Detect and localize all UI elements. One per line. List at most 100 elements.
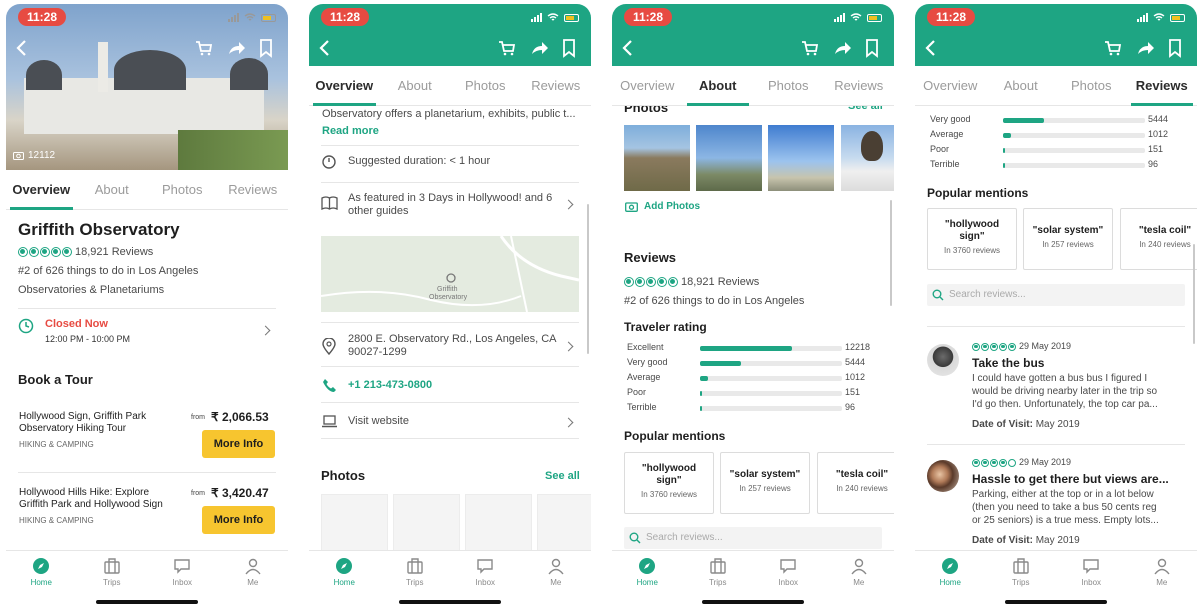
- tab-overview[interactable]: Overview: [6, 170, 77, 210]
- nav-inbox[interactable]: Inbox: [450, 551, 521, 604]
- wifi-icon: [244, 13, 256, 21]
- popular-mentions-heading: Popular mentions: [624, 429, 726, 443]
- nav-me[interactable]: Me: [1127, 551, 1198, 604]
- bookmark-icon[interactable]: [559, 38, 579, 58]
- mention-chip[interactable]: "hollywood sign" In 3760 reviews: [624, 452, 714, 514]
- rating-row[interactable]: 18,921 Reviews: [18, 246, 153, 258]
- rating-bar-track: [700, 376, 842, 381]
- laptop-icon: [322, 415, 337, 428]
- photos-heading: Photos: [321, 468, 366, 483]
- compass-icon: [33, 558, 50, 574]
- back-arrow-icon[interactable]: [921, 38, 941, 58]
- cart-icon[interactable]: [800, 38, 820, 58]
- more-info-button[interactable]: More Info: [202, 430, 275, 458]
- photo-thumbnail[interactable]: [624, 125, 690, 191]
- back-arrow-icon[interactable]: [618, 38, 638, 58]
- more-info-button[interactable]: More Info: [202, 506, 275, 534]
- cart-icon[interactable]: [497, 38, 517, 58]
- photo-thumbnail[interactable]: [768, 125, 834, 191]
- top-bar-icons: [915, 30, 1197, 66]
- chevron-right-icon: [563, 341, 574, 352]
- status-time: 11:28: [321, 8, 370, 26]
- tab-about[interactable]: About: [683, 66, 754, 106]
- nav-home[interactable]: Home: [309, 551, 380, 604]
- nav-inbox[interactable]: Inbox: [147, 551, 218, 604]
- mention-chip[interactable]: "tesla coil" In 240 reviews: [1120, 208, 1197, 270]
- tab-reviews[interactable]: Reviews: [218, 170, 289, 209]
- nav-trips[interactable]: Trips: [986, 551, 1057, 604]
- share-icon[interactable]: [529, 38, 549, 58]
- photo-thumbnail[interactable]: [841, 125, 894, 191]
- share-icon[interactable]: [226, 38, 246, 58]
- photo-placeholder[interactable]: [537, 494, 591, 554]
- nav-trips[interactable]: Trips: [380, 551, 451, 604]
- review-title[interactable]: Hassle to get there but views are...: [972, 472, 1169, 486]
- photo-placeholder[interactable]: [465, 494, 532, 554]
- back-arrow-icon[interactable]: [12, 38, 32, 58]
- photo-placeholder[interactable]: [393, 494, 460, 554]
- mention-chip[interactable]: "hollywood sign" In 3760 reviews: [927, 208, 1017, 270]
- rating-bar-fill: [700, 361, 742, 366]
- mention-chip[interactable]: "solar system" In 257 reviews: [1023, 208, 1113, 270]
- home-indicator: [702, 600, 804, 604]
- nav-home[interactable]: Home: [612, 551, 683, 604]
- scrollbar[interactable]: [890, 200, 892, 306]
- tab-reviews[interactable]: Reviews: [1127, 66, 1198, 106]
- photo-placeholder[interactable]: [321, 494, 388, 554]
- nav-trips[interactable]: Trips: [77, 551, 148, 604]
- cart-icon[interactable]: [1103, 38, 1123, 58]
- tab-photos[interactable]: Photos: [450, 66, 521, 105]
- signal-icon: [228, 13, 239, 22]
- see-all-link[interactable]: See all: [545, 470, 580, 482]
- photo-count[interactable]: 12112: [13, 150, 55, 161]
- tab-overview[interactable]: Overview: [612, 66, 683, 105]
- nav-me[interactable]: Me: [521, 551, 592, 604]
- reviews-heading: Reviews: [624, 250, 677, 265]
- tab-overview[interactable]: Overview: [915, 66, 986, 105]
- review-title[interactable]: Take the bus: [972, 356, 1044, 370]
- tab-about[interactable]: About: [77, 170, 148, 209]
- share-icon[interactable]: [832, 38, 852, 58]
- tab-photos[interactable]: Photos: [1056, 66, 1127, 105]
- mention-chip[interactable]: "tesla coil" In 240 reviews: [817, 452, 894, 514]
- rating-bar-label: Very good: [627, 357, 668, 367]
- nav-home[interactable]: Home: [6, 551, 77, 604]
- nav-inbox[interactable]: Inbox: [753, 551, 824, 604]
- scrollbar[interactable]: [587, 204, 589, 354]
- rating-bar-count: 5444: [845, 357, 866, 367]
- reviewer-avatar[interactable]: [927, 460, 959, 492]
- nav-me[interactable]: Me: [824, 551, 895, 604]
- phone-icon: [323, 379, 336, 392]
- search-input[interactable]: Search reviews...: [927, 284, 1185, 306]
- review-meta: 29 May 2019: [972, 457, 1071, 467]
- tab-overview[interactable]: Overview: [309, 66, 380, 106]
- nav-home[interactable]: Home: [915, 551, 986, 604]
- reviewer-avatar[interactable]: [927, 344, 959, 376]
- bookmark-icon[interactable]: [1165, 38, 1185, 58]
- share-icon[interactable]: [1135, 38, 1155, 58]
- rating-row[interactable]: 18,921 Reviews: [624, 276, 759, 288]
- tab-about[interactable]: About: [986, 66, 1057, 105]
- photo-thumbnail[interactable]: [696, 125, 762, 191]
- tab-about[interactable]: About: [380, 66, 451, 105]
- read-more-link[interactable]: Read more: [322, 125, 379, 137]
- nav-me[interactable]: Me: [218, 551, 289, 604]
- tab-photos[interactable]: Photos: [753, 66, 824, 105]
- tab-photos[interactable]: Photos: [147, 170, 218, 209]
- nav-inbox[interactable]: Inbox: [1056, 551, 1127, 604]
- rating-bar-label: Terrible: [930, 159, 960, 169]
- phone-number[interactable]: +1 213-473-0800: [348, 379, 432, 391]
- back-arrow-icon[interactable]: [315, 38, 335, 58]
- tab-reviews[interactable]: Reviews: [521, 66, 592, 105]
- rating-bar-fill: [1003, 163, 1005, 168]
- cart-icon[interactable]: [194, 38, 214, 58]
- scrollbar[interactable]: [1193, 244, 1195, 344]
- mention-chip[interactable]: "solar system" In 257 reviews: [720, 452, 810, 514]
- bookmark-icon[interactable]: [256, 38, 276, 58]
- location-map[interactable]: Griffith Observatory: [321, 236, 579, 312]
- search-input[interactable]: Search reviews...: [624, 527, 882, 549]
- bookmark-icon[interactable]: [862, 38, 882, 58]
- tab-reviews[interactable]: Reviews: [824, 66, 895, 105]
- nav-trips[interactable]: Trips: [683, 551, 754, 604]
- ranking-text: #2 of 626 things to do in Los Angeles: [18, 265, 199, 277]
